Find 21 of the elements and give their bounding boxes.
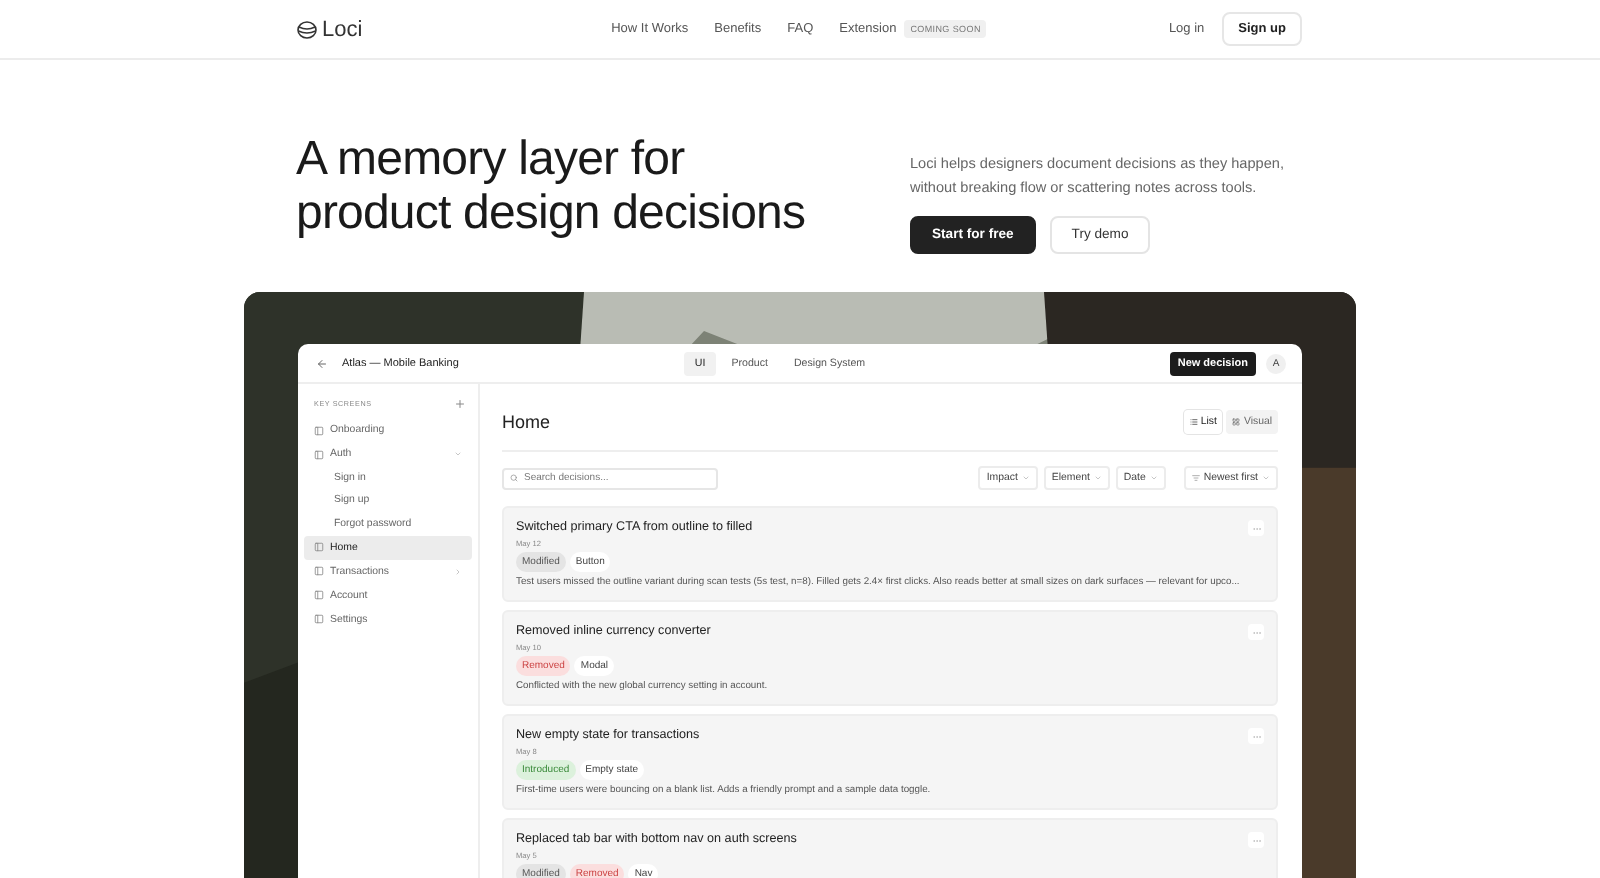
screen-icon xyxy=(314,449,324,459)
add-icon[interactable] xyxy=(454,398,466,410)
screen-icon xyxy=(314,425,324,435)
search-icon xyxy=(510,474,518,482)
back-icon[interactable] xyxy=(316,357,328,369)
page-title: Home xyxy=(502,412,551,432)
more-button[interactable] xyxy=(1248,520,1264,536)
decision-card[interactable] xyxy=(502,506,1278,602)
logo-icon xyxy=(296,19,318,39)
grid-icon xyxy=(1232,418,1241,426)
screen-icon xyxy=(314,542,324,552)
screen-icon xyxy=(314,590,324,600)
filter-icon xyxy=(1191,474,1200,482)
list-icon xyxy=(1189,418,1198,426)
more-button[interactable] xyxy=(1248,832,1264,848)
logo-text[interactable]: Loci xyxy=(322,17,363,41)
screen-icon xyxy=(314,614,324,624)
screen-icon xyxy=(314,566,324,576)
hero-heading: A memory layer for product design decisions xyxy=(296,132,806,244)
more-button[interactable] xyxy=(1248,624,1264,640)
more-button[interactable] xyxy=(1248,728,1264,744)
